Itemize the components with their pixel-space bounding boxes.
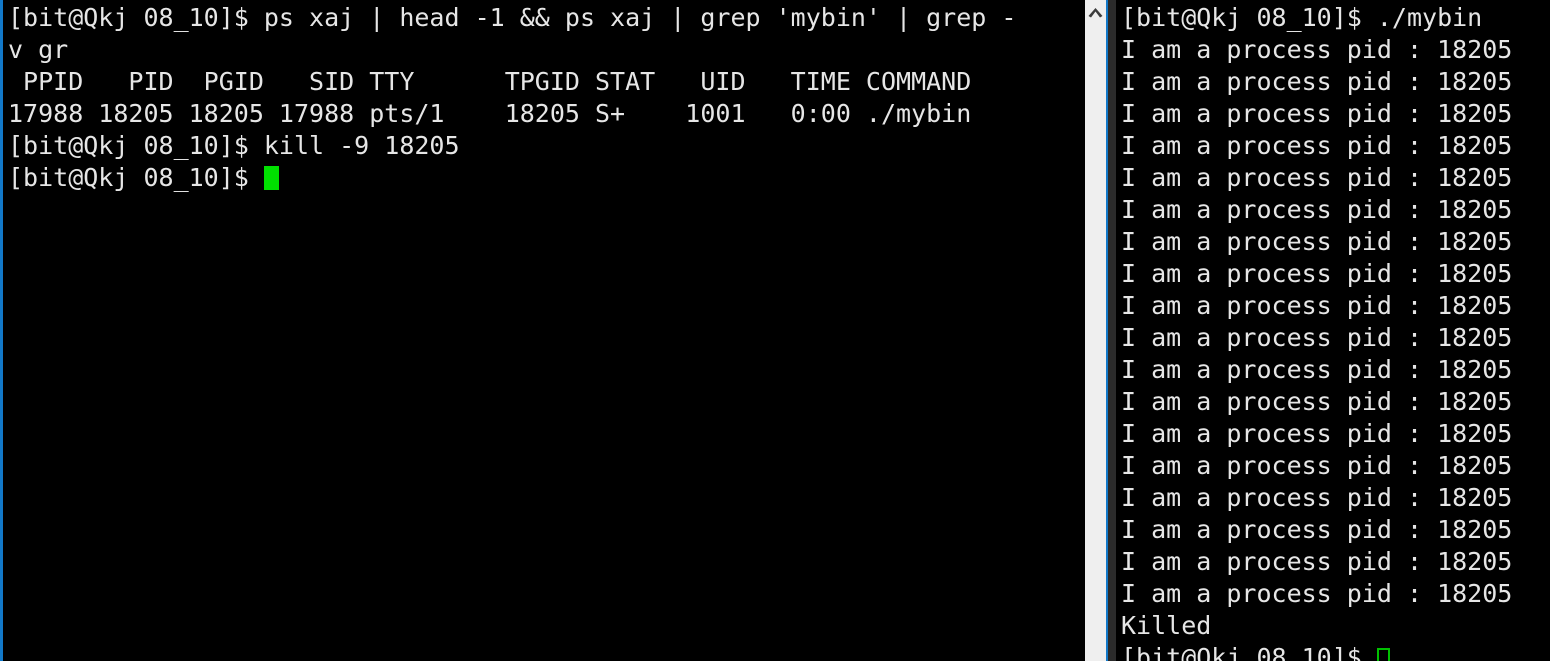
process-output-line: I am a process pid : 18205 — [1121, 451, 1513, 480]
text-cursor — [1376, 648, 1390, 661]
left-terminal-screen[interactable]: [bit@Qkj 08_10]$ ps xaj | head -1 && ps … — [3, 0, 1085, 194]
process-output-line: I am a process pid : 18205 — [1121, 67, 1513, 96]
prompt-text: [bit@Qkj 08_10]$ — [8, 163, 264, 192]
ps-table-header-row: PPID PID PGID SID TTY TPGID STAT UID TIM… — [8, 67, 972, 96]
right-terminal-pane[interactable]: [bit@Qkj 08_10]$ ./mybin I am a process … — [1108, 0, 1550, 661]
process-output-line: I am a process pid : 18205 — [1121, 35, 1513, 64]
prompt-text: [bit@Qkj 08_10]$ — [1121, 643, 1377, 661]
process-output-line: I am a process pid : 18205 — [1121, 195, 1513, 224]
text-cursor — [263, 166, 279, 190]
process-output-line: I am a process pid : 18205 — [1121, 163, 1513, 192]
process-output-line: I am a process pid : 18205 — [1121, 99, 1513, 128]
process-output-line: I am a process pid : 18205 — [1121, 547, 1513, 576]
process-output-line: I am a process pid : 18205 — [1121, 227, 1513, 256]
process-output-line: I am a process pid : 18205 — [1121, 291, 1513, 320]
terminal-window: [bit@Qkj 08_10]$ ps xaj | head -1 && ps … — [0, 0, 1550, 661]
process-output-line: I am a process pid : 18205 — [1121, 355, 1513, 384]
right-terminal-screen[interactable]: [bit@Qkj 08_10]$ ./mybin I am a process … — [1116, 0, 1550, 661]
terminal-prompt-line: [bit@Qkj 08_10]$ — [8, 162, 1085, 194]
terminal-line: [bit@Qkj 08_10]$ kill -9 18205 — [8, 131, 460, 160]
process-output-line: I am a process pid : 18205 — [1121, 131, 1513, 160]
process-output-line: I am a process pid : 18205 — [1121, 387, 1513, 416]
process-output-line: I am a process pid : 18205 — [1121, 515, 1513, 544]
vertical-scrollbar[interactable] — [1085, 0, 1108, 661]
process-output-line: I am a process pid : 18205 — [1121, 259, 1513, 288]
terminal-prompt-line: [bit@Qkj 08_10]$ — [1121, 642, 1550, 661]
ps-table-data-row: 17988 18205 18205 17988 pts/1 18205 S+ 1… — [8, 99, 972, 128]
process-output-line: I am a process pid : 18205 — [1121, 323, 1513, 352]
process-output-line: I am a process pid : 18205 — [1121, 483, 1513, 512]
terminal-line: [bit@Qkj 08_10]$ ./mybin — [1121, 3, 1483, 32]
termination-message: Killed — [1121, 611, 1212, 640]
left-terminal-pane[interactable]: [bit@Qkj 08_10]$ ps xaj | head -1 && ps … — [0, 0, 1085, 661]
terminal-line: v gr — [8, 35, 69, 64]
process-output-line: I am a process pid : 18205 — [1121, 579, 1513, 608]
scrollbar-up-button[interactable] — [1085, 4, 1106, 20]
process-output-line: I am a process pid : 18205 — [1121, 419, 1513, 448]
terminal-line: [bit@Qkj 08_10]$ ps xaj | head -1 && ps … — [8, 3, 1017, 32]
chevron-up-icon — [1087, 7, 1104, 18]
